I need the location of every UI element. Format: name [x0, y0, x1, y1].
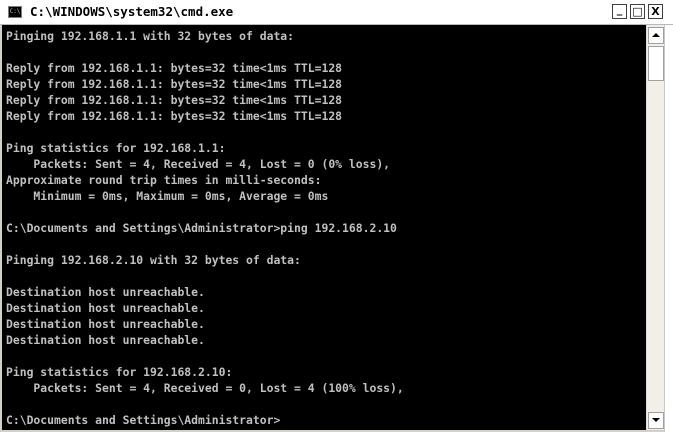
console-line: Pinging 192.168.2.10 with 32 bytes of da…: [6, 253, 301, 267]
scroll-thumb[interactable]: [648, 46, 664, 81]
window-border: [664, 25, 673, 432]
console-line: Reply from 192.168.1.1: bytes=32 time<1m…: [6, 109, 343, 123]
vertical-scrollbar[interactable]: [646, 25, 664, 430]
title-bar[interactable]: C:\ C:\WINDOWS\system32\cmd.exe _ □ X: [0, 0, 673, 25]
console-line: C:\Documents and Settings\Administrator>: [6, 413, 281, 427]
console-line: Destination host unreachable.: [6, 285, 205, 299]
console-line: Packets: Sent = 4, Received = 0, Lost = …: [6, 381, 404, 395]
window-title: C:\WINDOWS\system32\cmd.exe: [30, 4, 234, 19]
console-line: Destination host unreachable.: [6, 301, 205, 315]
console-line: Destination host unreachable.: [6, 317, 205, 331]
scroll-down-button[interactable]: [648, 412, 664, 429]
minimize-icon: _: [616, 4, 623, 16]
console-line: Packets: Sent = 4, Received = 4, Lost = …: [6, 157, 391, 171]
console-line: Reply from 192.168.1.1: bytes=32 time<1m…: [6, 61, 343, 75]
console-line: Minimum = 0ms, Maximum = 0ms, Average = …: [6, 189, 329, 203]
close-icon: X: [651, 5, 660, 18]
close-button[interactable]: X: [648, 4, 663, 19]
maximize-icon: □: [632, 5, 643, 18]
minimize-button[interactable]: _: [612, 4, 627, 19]
console-output[interactable]: Pinging 192.168.1.1 with 32 bytes of dat…: [2, 25, 646, 430]
cmd-icon[interactable]: C:\: [8, 6, 22, 18]
console-line: Reply from 192.168.1.1: bytes=32 time<1m…: [6, 93, 343, 107]
arrow-down-icon: [652, 418, 660, 422]
maximize-button[interactable]: □: [630, 4, 645, 19]
cmd-window: C:\ C:\WINDOWS\system32\cmd.exe _ □ X Pi…: [0, 0, 673, 432]
console-line: Ping statistics for 192.168.1.1:: [6, 141, 226, 155]
console-line: Reply from 192.168.1.1: bytes=32 time<1m…: [6, 77, 343, 91]
console-line: Approximate round trip times in milli-se…: [6, 173, 322, 187]
console-line: C:\Documents and Settings\Administrator>…: [6, 221, 397, 235]
console-line: Pinging 192.168.1.1 with 32 bytes of dat…: [6, 29, 295, 43]
console-line: Ping statistics for 192.168.2.10:: [6, 365, 233, 379]
console-lines: Pinging 192.168.1.1 with 32 bytes of dat…: [6, 28, 404, 428]
console-line: Destination host unreachable.: [6, 333, 205, 347]
arrow-up-icon: [652, 33, 660, 37]
scroll-up-button[interactable]: [648, 27, 664, 44]
